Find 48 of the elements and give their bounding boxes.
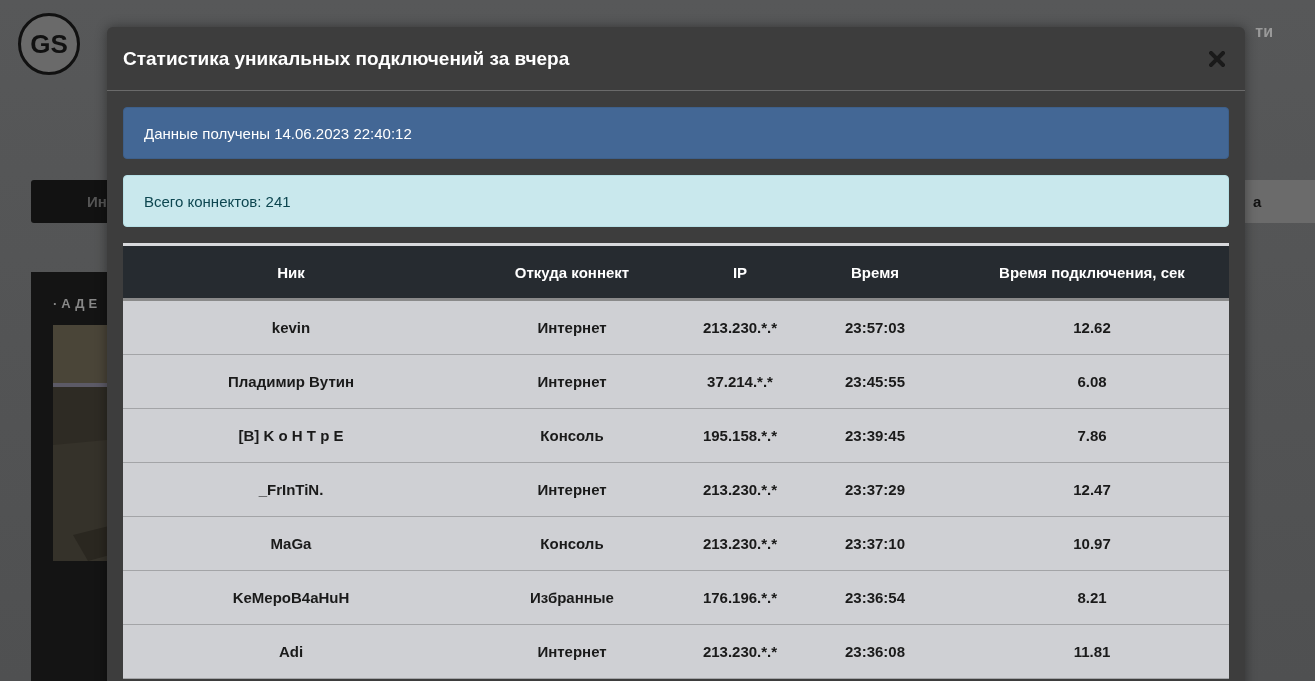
table-cell: Adi — [123, 624, 459, 679]
table-cell: 12.62 — [955, 299, 1229, 355]
alert-message: Данные получены 14.06.2023 22:40:12 — [123, 107, 1229, 159]
modal-title: Статистика уникальных подключений за вчера — [123, 47, 570, 70]
table-cell: 23:39:45 — [795, 408, 955, 463]
table-cell: 6.08 — [955, 354, 1229, 409]
table-cell: 8.21 — [955, 570, 1229, 625]
table-cell: kevin — [123, 299, 459, 355]
table-cell: Избранные — [459, 570, 685, 625]
table-cell: 23:57:03 — [795, 299, 955, 355]
column-header: Ник — [123, 244, 459, 300]
column-header: Откуда коннект — [459, 244, 685, 300]
table-cell: 213.230.*.* — [685, 516, 795, 571]
table-cell: Консоль — [459, 408, 685, 463]
table-cell: Консоль — [459, 516, 685, 571]
table-cell: 12.47 — [955, 462, 1229, 517]
column-header: Время — [795, 244, 955, 300]
table-cell: 11.81 — [955, 624, 1229, 679]
table-cell: MaGa — [123, 516, 459, 571]
table-cell: 23:45:55 — [795, 354, 955, 409]
table-cell: 23:36:08 — [795, 624, 955, 679]
table-cell: 176.196.*.* — [685, 570, 795, 625]
table-cell: 213.230.*.* — [685, 299, 795, 355]
table-cell: KeMepoB4aHuH — [123, 570, 459, 625]
table-cell: Пладимир Вутин — [123, 354, 459, 409]
table-cell: 213.230.*.* — [685, 462, 795, 517]
table-cell: 10.97 — [955, 516, 1229, 571]
logo-badge: GS — [18, 13, 80, 75]
table-cell: 23:37:10 — [795, 516, 955, 571]
table-cell: 195.158.*.* — [685, 408, 795, 463]
table-cell: 23:36:54 — [795, 570, 955, 625]
table-cell: Интернет — [459, 354, 685, 409]
table-cell: 37.214.*.* — [685, 354, 795, 409]
card-title: ·АДЕ — [53, 296, 103, 311]
table-cell: Интернет — [459, 462, 685, 517]
column-header: IP — [685, 244, 795, 300]
table-cell: 23:37:29 — [795, 462, 955, 517]
column-header: Время подключения, сек — [955, 244, 1229, 300]
nav-button[interactable]: а — [1245, 180, 1315, 223]
table-cell: [B] K o H T p E — [123, 408, 459, 463]
table-cell: 7.86 — [955, 408, 1229, 463]
login-link[interactable]: ти — [1255, 23, 1273, 41]
table-cell: _FrInTiN. — [123, 462, 459, 517]
table-cell: 213.230.*.* — [685, 624, 795, 679]
table-cell: Интернет — [459, 624, 685, 679]
table-cell: Интернет — [459, 299, 685, 355]
close-icon[interactable] — [1209, 50, 1225, 67]
alert-message: Всего коннектов: 241 — [123, 175, 1229, 227]
